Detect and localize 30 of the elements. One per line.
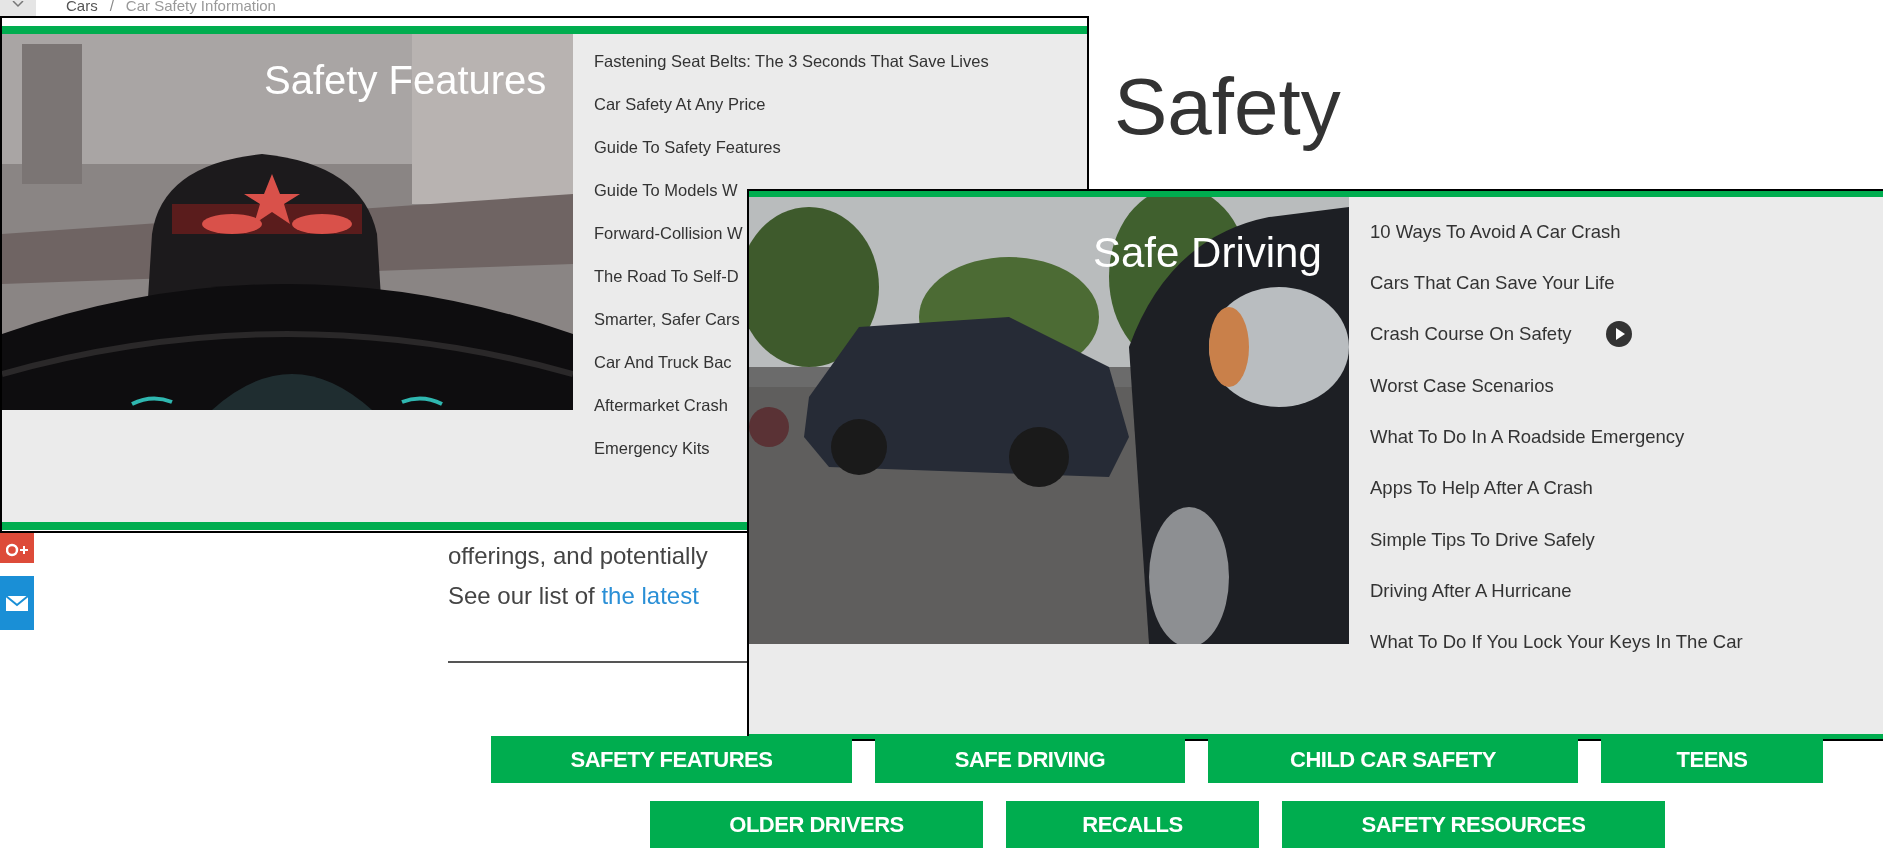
body-text: See our list of the latest (448, 581, 700, 611)
menu-link[interactable]: Crash Course On Safety (1370, 320, 1572, 349)
breadcrumb-separator: / (109, 0, 114, 16)
menu-link[interactable]: Fastening Seat Belts: The 3 Seconds That Save Lives (594, 49, 989, 74)
menu-link[interactable]: 10 Ways To Avoid A Car Crash (1370, 217, 1621, 246)
menu-link[interactable]: Apps To Help After A Crash (1370, 474, 1593, 502)
menu-link[interactable]: Driving After A Hurricane (1370, 576, 1572, 605)
menu-link[interactable]: Car Safety At Any Price (594, 92, 766, 117)
menu-link[interactable]: The Road To Self-D (594, 264, 739, 289)
text-link[interactable]: the latest (601, 582, 699, 609)
menu-link[interactable]: Worst Case Scenarios (1370, 371, 1554, 400)
menu-link[interactable]: Forward-Collision W (594, 221, 743, 246)
body-text: offerings, and potentially (448, 541, 708, 571)
menu-link[interactable]: Guide To Models W (594, 178, 738, 203)
envelope-icon (5, 594, 29, 612)
menu-link[interactable]: Emergency Kits (594, 436, 710, 461)
menu-link[interactable]: Guide To Safety Features (594, 135, 781, 160)
panel-title: Safety Features (264, 57, 547, 104)
menu-link[interactable]: Simple Tips To Drive Safely (1370, 525, 1595, 554)
menu-link[interactable]: Cars That Can Save Your Life (1370, 269, 1615, 297)
menu-link[interactable]: Smarter, Safer Cars (594, 307, 740, 332)
menu-link[interactable]: Aftermarket Crash (594, 393, 728, 418)
menu-link[interactable]: Car And Truck Bac (594, 350, 732, 375)
email-button[interactable] (0, 576, 34, 630)
play-icon[interactable] (1605, 321, 1632, 348)
menu-link[interactable]: What To Do If You Lock Your Keys In The Car (1370, 628, 1743, 656)
menu-link[interactable]: What To Do In A Roadside Emergency (1370, 422, 1685, 451)
page-heading: Safety (1114, 61, 1341, 153)
breadcrumb-link[interactable]: Cars (66, 0, 98, 18)
google-plus-icon (6, 543, 28, 557)
